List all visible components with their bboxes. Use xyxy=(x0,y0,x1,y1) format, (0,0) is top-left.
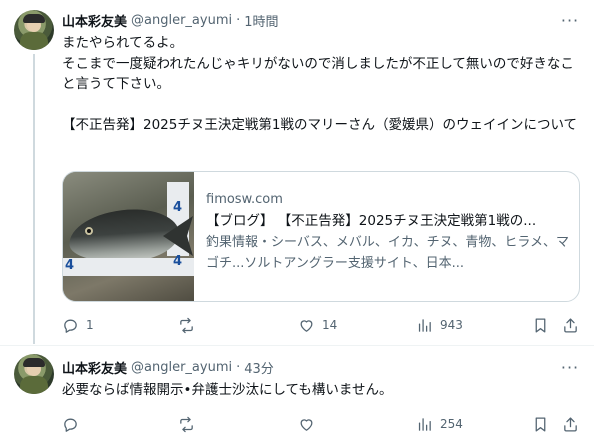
author-handle[interactable]: @angler_ayumi xyxy=(131,13,232,28)
card-title: 【ブログ】 【不正告発】2025チヌ王決定戦第1戦の... xyxy=(206,213,537,229)
reply-count: 1 xyxy=(86,318,94,332)
tweet-text: 必要ならば情報開示•弁護士沙汰にしても構いません。 xyxy=(62,382,393,398)
link-card[interactable]: 4 4 4 fimosw.com 【ブログ】 【不正告発】2025チヌ王決定戦第… xyxy=(62,171,580,302)
reply-button[interactable]: 1 xyxy=(62,315,94,335)
share-button[interactable] xyxy=(562,315,579,335)
like-button[interactable] xyxy=(298,414,322,434)
separator: · xyxy=(236,359,241,375)
bookmark-icon xyxy=(535,416,546,432)
bookmark-icon xyxy=(535,317,546,333)
views-button[interactable]: 943 xyxy=(416,315,463,335)
action-bar: 1 14 943 xyxy=(62,315,582,335)
repost-button[interactable] xyxy=(178,315,202,335)
avatar[interactable] xyxy=(14,354,54,394)
ruler-mark: 4 xyxy=(173,254,183,269)
author-handle[interactable]: @angler_ayumi xyxy=(131,360,232,375)
avatar[interactable] xyxy=(14,10,54,50)
card-description: 釣果情報・シーバス、メバル、イカ、チヌ、青物、ヒラメ、マゴチ...ソルトアングラ… xyxy=(206,235,569,271)
like-count: 14 xyxy=(322,318,338,332)
reply-icon xyxy=(64,319,77,333)
thread-line xyxy=(33,54,35,344)
like-button[interactable]: 14 xyxy=(298,315,337,335)
tweet-header: 山本彩友美 @angler_ayumi · 1時間 xyxy=(62,10,279,30)
timestamp[interactable]: 1時間 xyxy=(244,11,278,30)
card-body: fimosw.com 【ブログ】 【不正告発】2025チヌ王決定戦第1戦の...… xyxy=(206,190,571,274)
action-bar: 254 xyxy=(62,414,582,434)
views-icon xyxy=(418,318,431,332)
share-icon xyxy=(564,416,577,432)
more-options-icon[interactable]: ··· xyxy=(560,10,580,30)
card-domain: fimosw.com xyxy=(206,192,283,207)
share-icon xyxy=(564,317,577,333)
share-button[interactable] xyxy=(562,414,579,434)
repost-icon xyxy=(180,317,193,333)
more-options-icon[interactable]: ··· xyxy=(560,357,580,377)
views-icon xyxy=(418,417,431,431)
repost-icon xyxy=(180,416,193,432)
ruler-mark: 4 xyxy=(173,200,183,215)
ruler-mark: 4 xyxy=(65,258,75,273)
separator: · xyxy=(236,12,241,28)
view-count: 254 xyxy=(440,417,463,431)
author-name[interactable]: 山本彩友美 xyxy=(62,358,127,377)
reply-button[interactable] xyxy=(62,414,86,434)
view-count: 943 xyxy=(440,318,463,332)
heart-icon xyxy=(300,418,313,431)
tweet-2[interactable]: 山本彩友美 @angler_ayumi · 43分 ··· 必要ならば情報開示•… xyxy=(0,346,594,443)
tweet-header: 山本彩友美 @angler_ayumi · 43分 xyxy=(62,357,274,377)
bookmark-button[interactable] xyxy=(532,414,549,434)
tweet-text: またやられてるよ。 そこまで一度疑われたんじゃキリがないので消しましたが不正して… xyxy=(62,35,578,133)
card-thumbnail: 4 4 4 xyxy=(63,172,194,301)
views-button[interactable]: 254 xyxy=(416,414,463,434)
author-name[interactable]: 山本彩友美 xyxy=(62,11,127,30)
repost-button[interactable] xyxy=(178,414,202,434)
heart-icon xyxy=(300,319,313,332)
tweet-1[interactable]: 山本彩友美 @angler_ayumi · 1時間 ··· またやられてるよ。 … xyxy=(0,0,594,345)
timestamp[interactable]: 43分 xyxy=(244,358,274,377)
bookmark-button[interactable] xyxy=(532,315,549,335)
reply-icon xyxy=(64,418,77,432)
